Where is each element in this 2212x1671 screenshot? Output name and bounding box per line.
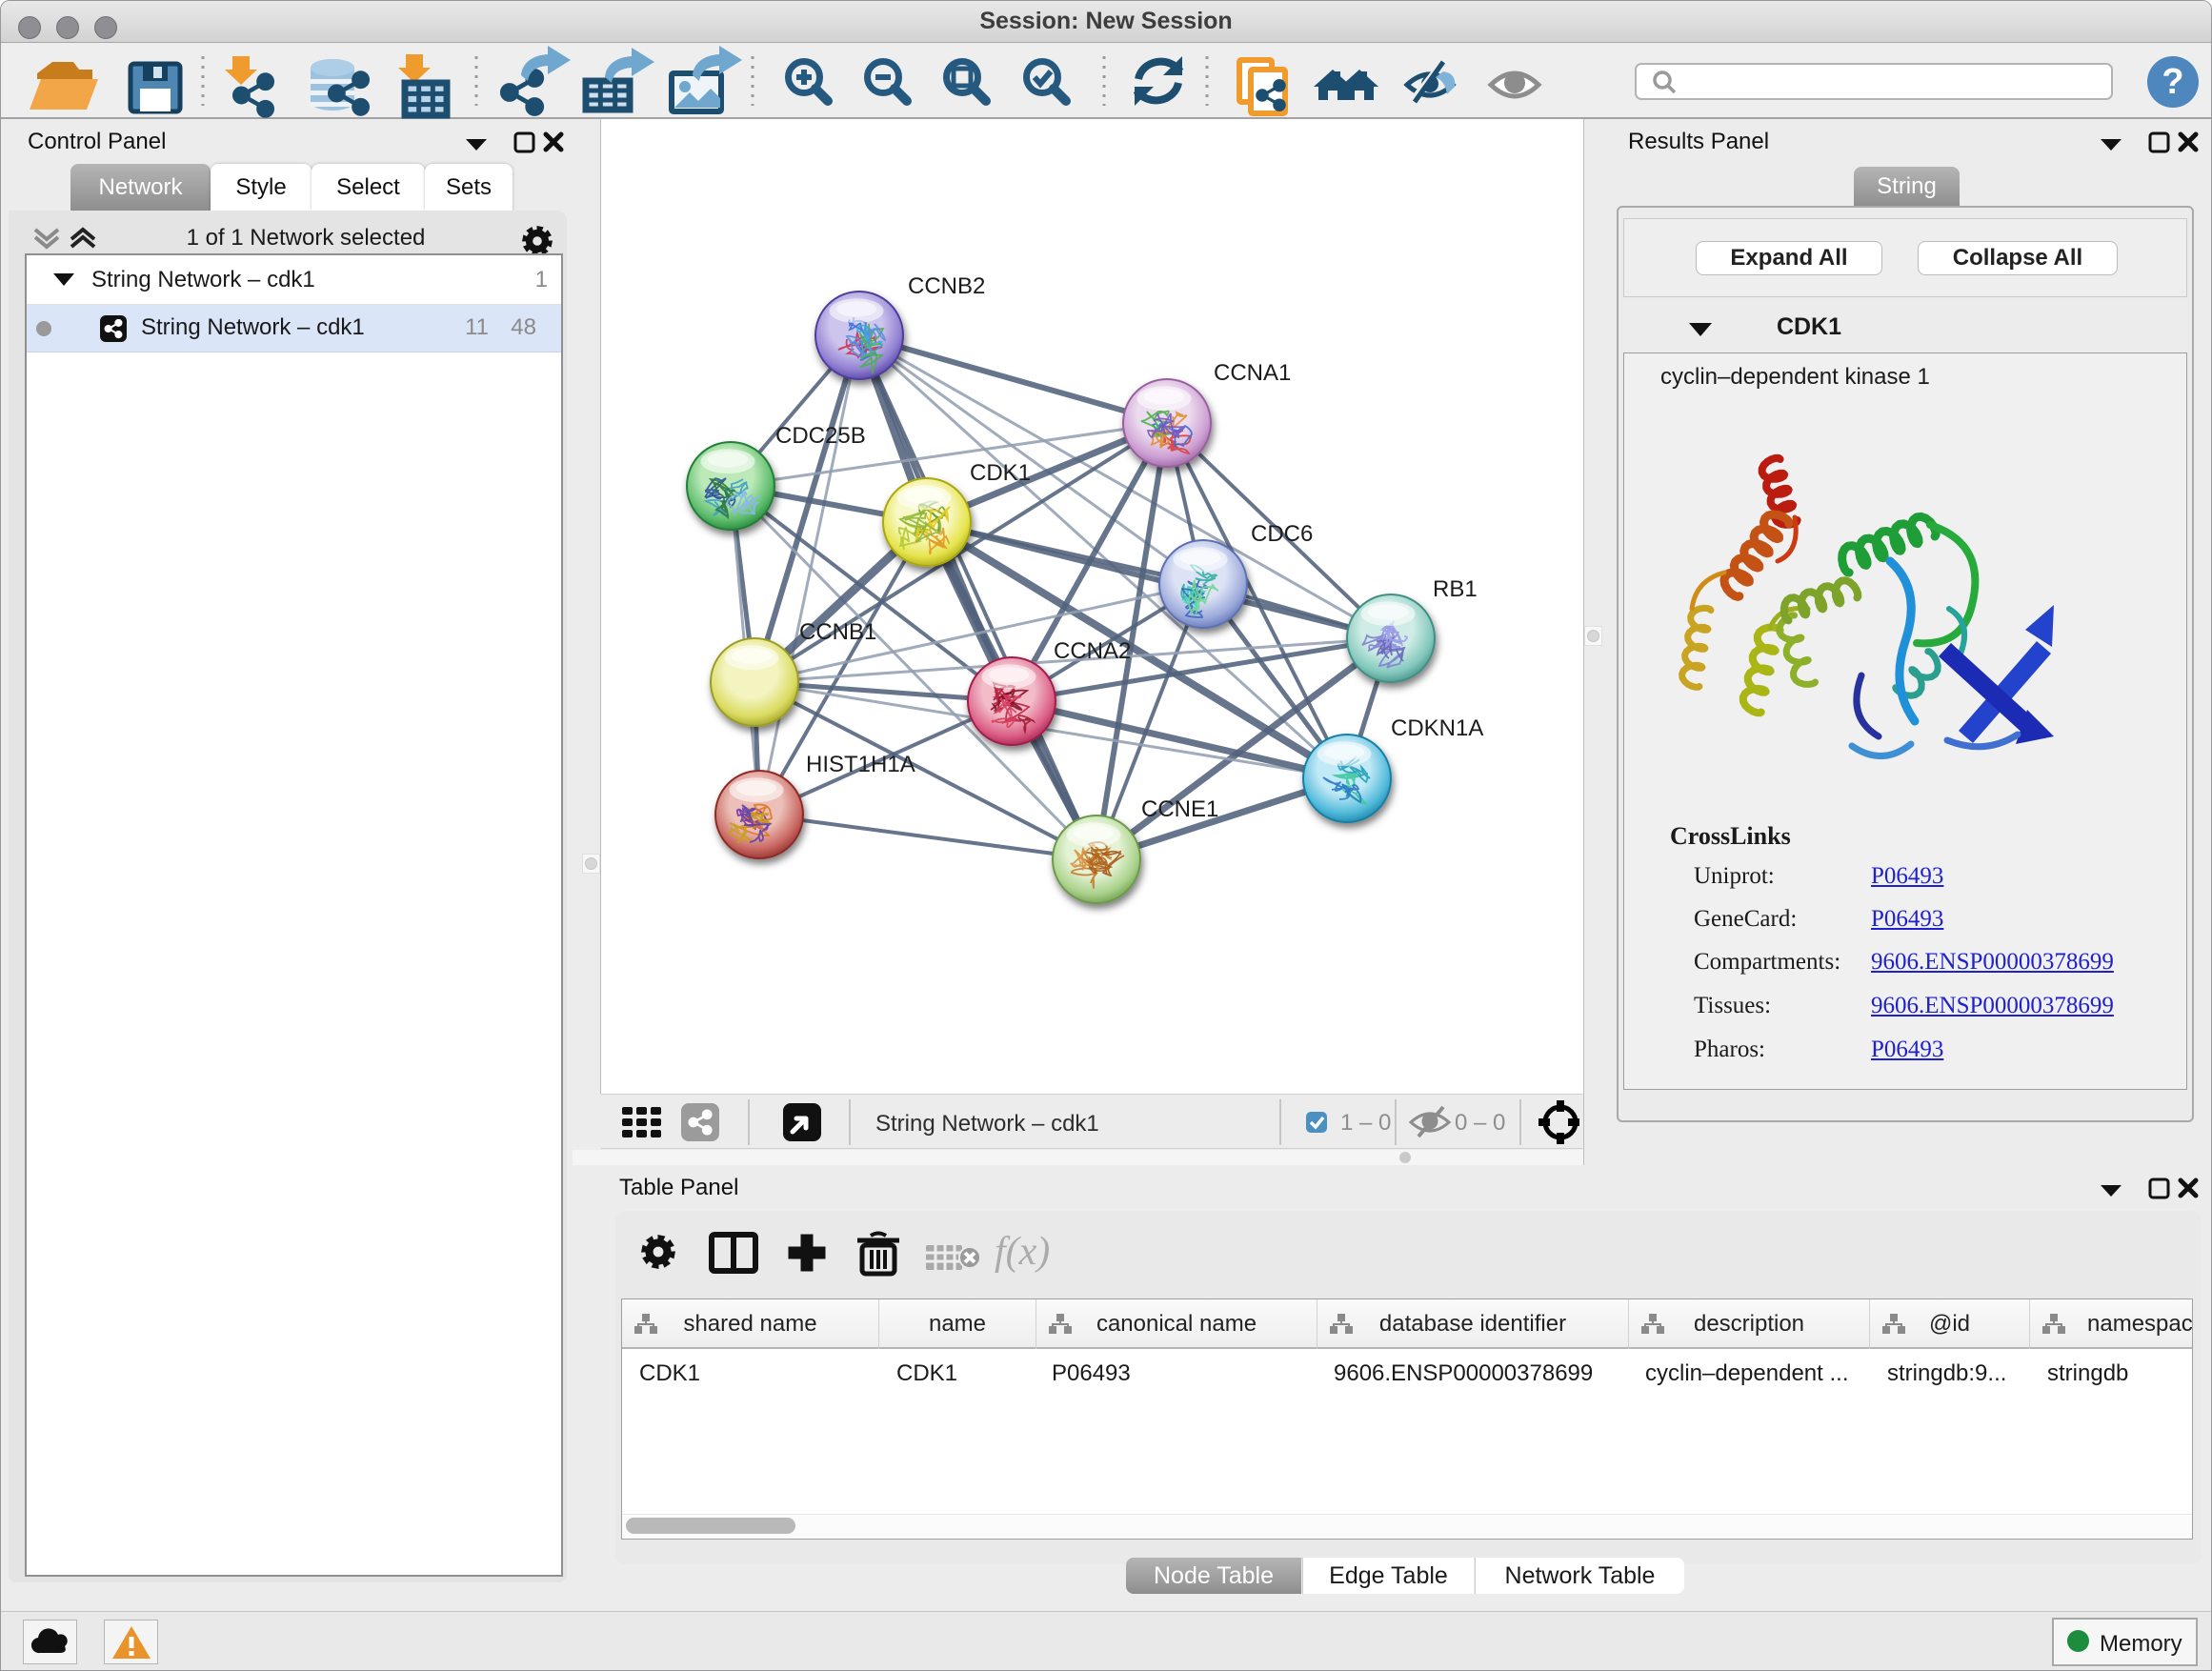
svg-text:CCNE1: CCNE1 bbox=[1141, 796, 1218, 822]
svg-text:CDC25B: CDC25B bbox=[775, 423, 866, 449]
svg-text:CCNB2: CCNB2 bbox=[908, 273, 985, 299]
svg-text:0 – 0: 0 – 0 bbox=[1455, 1110, 1505, 1136]
svg-text:HIST1H1A: HIST1H1A bbox=[806, 752, 915, 777]
svg-text:CCNA1: CCNA1 bbox=[1214, 360, 1291, 386]
svg-text:?: ? bbox=[2162, 62, 2183, 102]
svg-text:CDKN1A: CDKN1A bbox=[1391, 715, 1483, 741]
svg-text:CCNA2: CCNA2 bbox=[1054, 638, 1131, 664]
svg-text:String Network – cdk1: String Network – cdk1 bbox=[875, 1111, 1099, 1137]
svg-text:CDK1: CDK1 bbox=[970, 460, 1031, 486]
svg-text:CDC6: CDC6 bbox=[1251, 521, 1313, 547]
svg-text:CCNB1: CCNB1 bbox=[799, 619, 876, 645]
svg-text:f(x): f(x) bbox=[995, 1230, 1050, 1274]
svg-text:1 – 0: 1 – 0 bbox=[1340, 1110, 1391, 1136]
svg-text:RB1: RB1 bbox=[1433, 576, 1478, 602]
